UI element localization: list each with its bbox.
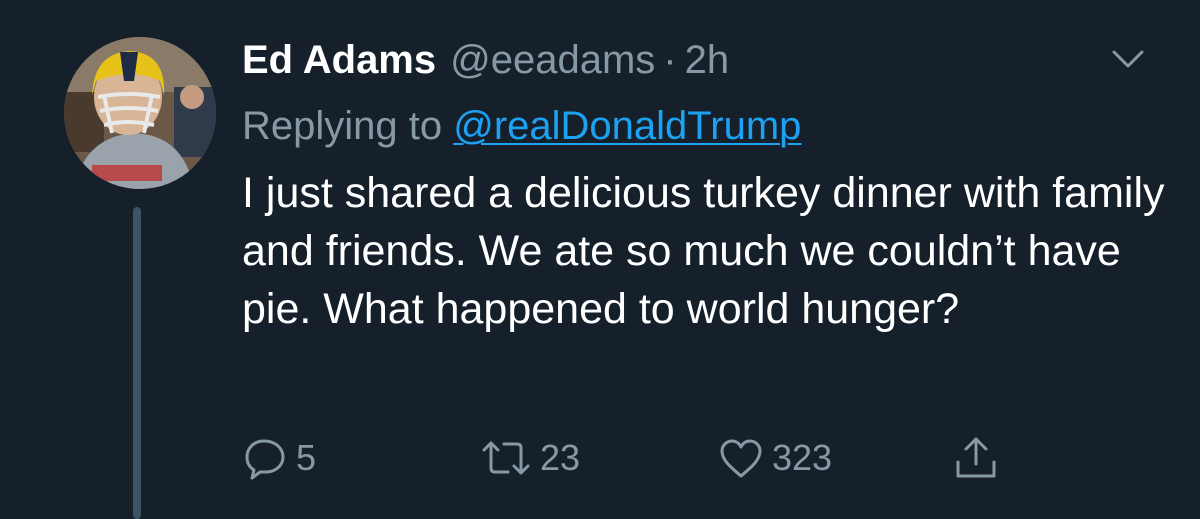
retweet-icon	[482, 441, 530, 475]
tweet-header: Ed Adams @eeadams · 2h	[242, 34, 729, 86]
replying-to-label: Replying to	[242, 104, 454, 148]
author-name[interactable]: Ed Adams	[242, 34, 436, 86]
share-icon	[956, 437, 996, 478]
tweet-actions: 5 23 323	[0, 430, 1200, 486]
share-button[interactable]	[952, 430, 1000, 486]
chevron-down-icon	[1112, 50, 1144, 68]
like-button[interactable]: 323	[718, 430, 832, 486]
author-handle[interactable]: @eeadams	[450, 34, 655, 86]
tweet-menu-button[interactable]	[1110, 44, 1146, 74]
avatar-photo	[64, 37, 216, 189]
replying-to-line: Replying to @realDonaldTrump	[242, 100, 801, 152]
retweet-count: 23	[540, 437, 581, 478]
reply-button[interactable]: 5	[244, 430, 316, 486]
avatar[interactable]	[64, 37, 216, 189]
retweet-button[interactable]: 23	[480, 430, 580, 486]
tweet[interactable]: Ed Adams @eeadams · 2h Replying to @real…	[0, 0, 1200, 519]
tweet-text: I just shared a delicious turkey dinner …	[242, 169, 1165, 333]
timestamp[interactable]: 2h	[685, 34, 730, 86]
replying-to-mention[interactable]: @realDonaldTrump	[453, 104, 801, 148]
separator-dot: ·	[663, 38, 677, 82]
reply-count: 5	[296, 437, 317, 478]
reply-icon	[245, 439, 285, 480]
like-count: 323	[772, 437, 833, 478]
heart-icon	[720, 439, 762, 478]
